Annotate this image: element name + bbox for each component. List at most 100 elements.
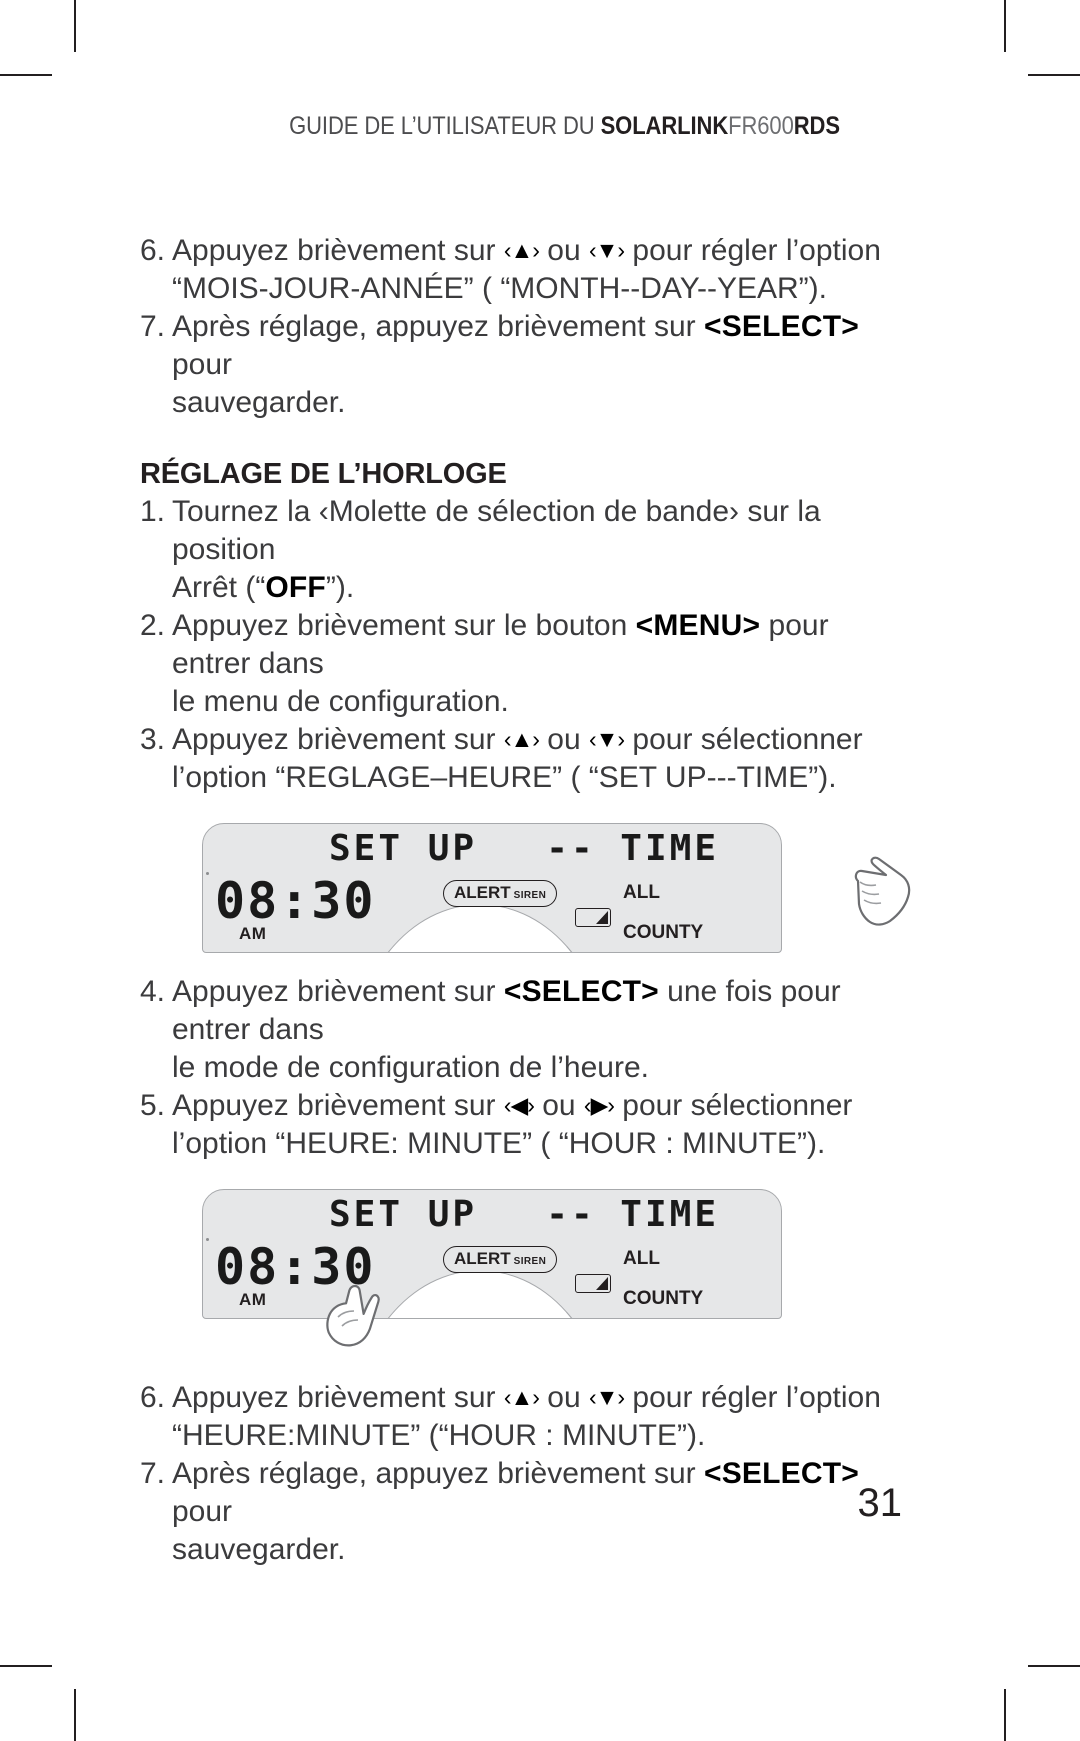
step-line-2: sauvegarder. (172, 386, 346, 419)
lcd-time-text: -- TIME (546, 1194, 719, 1235)
step-number: 5. (140, 1089, 166, 1122)
off-position-reference: OFF (265, 571, 326, 604)
lcd-alert-label: ALERT (454, 883, 511, 902)
step-number: 4. (140, 975, 166, 1008)
step-text: Appuyez brièvement sur le bouton (172, 609, 636, 642)
step-text: Appuyez brièvement sur (172, 723, 504, 756)
lcd-corner-dot (206, 872, 209, 875)
step-number: 6. (140, 234, 166, 267)
header-model: FR600 (728, 112, 794, 140)
step-line-1: Appuyez brièvement sur ‹▲› ou ‹▼› pour s… (172, 721, 900, 759)
step-text-or: ou (538, 723, 589, 756)
step-text-tail: pour sélectionner (624, 723, 863, 756)
arrow-left-glyph: ‹◀› (503, 1092, 535, 1118)
lcd-ampm-indicator: AM (239, 924, 267, 943)
lcd-set-up-text: SET UP (329, 1194, 478, 1235)
lcd-corner-dot (206, 1238, 209, 1241)
step-line-1: Après réglage, appuyez brièvement sur <S… (172, 1455, 900, 1531)
list-item: 2. Appuyez brièvement sur le bouton <MEN… (140, 607, 900, 721)
lcd-screen: SET UP -- TIME 08:30 AM ALERT SIREN ALL C… (202, 823, 782, 953)
step-text-tail: pour régler l’option (624, 234, 881, 267)
step-text-tail: pour (172, 1495, 233, 1528)
step-number: 6. (140, 1381, 166, 1414)
lcd-time-text: -- TIME (546, 828, 719, 869)
step-text-or: ou (533, 1089, 584, 1122)
header-suffix: RDS (793, 112, 840, 140)
lcd-clock-digits: 08:30 (215, 872, 376, 930)
page-number: 31 (857, 1481, 903, 1525)
step-text: Appuyez brièvement sur (172, 234, 504, 267)
step-line-1: Appuyez brièvement sur ‹▲› ou ‹▼› pour r… (172, 232, 900, 270)
lcd-alert-siren-indicator: ALERT SIREN (443, 880, 558, 907)
step-line-1: Appuyez brièvement sur le bouton <MENU> … (172, 607, 900, 683)
step-text: Appuyez brièvement sur (172, 1381, 504, 1414)
steps-list-save: 6. Appuyez brièvement sur ‹▲› ou ‹▼› pou… (140, 1379, 900, 1569)
step-text-tail: ”). (325, 571, 355, 604)
lcd-county-indicator: COUNTY (623, 1288, 704, 1309)
arrow-down-glyph: ‹▼› (588, 237, 625, 263)
header-brand: SOLARLINK (600, 112, 729, 140)
step-line-2: le menu de configuration. (172, 685, 509, 718)
lcd-arc-cutout (351, 904, 609, 952)
lcd-illustration-hour-minute: SET UP -- TIME 08:30 AM ALERT SIREN ALL C… (140, 1189, 900, 1369)
arrow-down-glyph: ‹▼› (588, 726, 625, 752)
lcd-alert-label: ALERT (454, 1249, 511, 1268)
arrow-up-glyph: ‹▲› (503, 237, 540, 263)
step-line-2: l’option “HEURE: MINUTE” ( “HOUR : MINUT… (172, 1127, 826, 1160)
pointing-hand-icon (848, 855, 914, 938)
step-line-1: Appuyez brièvement sur <SELECT> une fois… (172, 973, 900, 1049)
step-line-2: “HEURE:MINUTE” (“HOUR : MINUTE”). (172, 1419, 706, 1452)
step-text-tail: pour régler l’option (624, 1381, 881, 1414)
step-line-2: Arrêt (“OFF”). (172, 569, 900, 607)
lcd-siren-label: SIREN (513, 1256, 547, 1267)
lcd-siren-label: SIREN (513, 890, 547, 901)
step-line-2: l’option “REGLAGE–HEURE” ( “SET UP---TIM… (172, 761, 837, 794)
step-text: Appuyez brièvement sur (172, 1089, 504, 1122)
step-number: 1. (140, 495, 166, 528)
step-line-1: Après réglage, appuyez brièvement sur <S… (172, 308, 900, 384)
arrow-up-glyph: ‹▲› (503, 726, 540, 752)
page-content: 6. Appuyez brièvement sur ‹▲› ou ‹▼› pou… (140, 232, 911, 1569)
step-text: Après réglage, appuyez brièvement sur (172, 310, 704, 343)
lcd-illustration-set-up-time: SET UP -- TIME 08:30 AM ALERT SIREN ALL C… (140, 823, 911, 963)
step-line-2: le mode de configuration de l’heure. (172, 1051, 649, 1084)
manual-page: GUIDE DE L’UTILISATEUR DU SOLARLINKFR600… (0, 0, 1080, 1741)
lcd-county-indicator: COUNTY (623, 922, 704, 943)
step-line-1: Appuyez brièvement sur ‹◀› ou ‹▶› pour s… (172, 1087, 900, 1125)
step-line-1: Appuyez brièvement sur ‹▲› ou ‹▼› pour r… (172, 1379, 900, 1417)
select-button-reference: <SELECT> (703, 1457, 859, 1490)
steps-list-date: 6. Appuyez brièvement sur ‹▲› ou ‹▼› pou… (140, 232, 900, 422)
arrow-right-glyph: ‹▶› (583, 1092, 615, 1118)
list-item: 3. Appuyez brièvement sur ‹▲› ou ‹▼› pou… (140, 721, 900, 797)
list-item: 6. Appuyez brièvement sur ‹▲› ou ‹▼› pou… (140, 232, 900, 308)
lcd-all-indicator: ALL (623, 882, 660, 903)
step-line-2: sauvegarder. (172, 1533, 346, 1566)
step-number: 7. (140, 310, 166, 343)
list-item: 6. Appuyez brièvement sur ‹▲› ou ‹▼› pou… (140, 1379, 900, 1455)
list-item: 5. Appuyez brièvement sur ‹◀› ou ‹▶› pou… (140, 1087, 900, 1163)
running-header: GUIDE DE L’UTILISATEUR DU SOLARLINKFR600… (289, 112, 840, 141)
step-number: 3. (140, 723, 166, 756)
lcd-ampm-indicator: AM (239, 1290, 267, 1309)
select-button-reference: <SELECT> (703, 310, 859, 343)
list-item: 4. Appuyez brièvement sur <SELECT> une f… (140, 973, 900, 1087)
lcd-all-indicator: ALL (623, 1248, 660, 1269)
list-item: 7. Après réglage, appuyez brièvement sur… (140, 308, 900, 422)
steps-list-clock: 1. Tournez la ‹Molette de sélection de b… (140, 493, 900, 797)
lcd-screen: SET UP -- TIME 08:30 AM ALERT SIREN ALL C… (202, 1189, 782, 1319)
select-button-reference: <SELECT> (503, 975, 659, 1008)
step-text: Après réglage, appuyez brièvement sur (172, 1457, 704, 1490)
list-item: 1. Tournez la ‹Molette de sélection de b… (140, 493, 900, 607)
list-item: 7. Après réglage, appuyez brièvement sur… (140, 1455, 900, 1569)
lcd-set-up-text: SET UP (329, 828, 478, 869)
menu-button-reference: <MENU> (635, 609, 761, 642)
step-line-1: Tournez la ‹Molette de sélection de band… (172, 495, 821, 566)
arrow-down-glyph: ‹▼› (588, 1384, 625, 1410)
step-text: Appuyez brièvement sur (172, 975, 504, 1008)
lcd-alert-siren-indicator: ALERT SIREN (443, 1246, 558, 1273)
section-heading: RÉGLAGE DE L’HORLOGE (140, 458, 507, 490)
step-text: Arrêt (“ (172, 571, 266, 604)
step-text-or: ou (538, 1381, 589, 1414)
step-text-or: ou (538, 234, 589, 267)
step-text-tail: pour sélectionner (613, 1089, 853, 1122)
